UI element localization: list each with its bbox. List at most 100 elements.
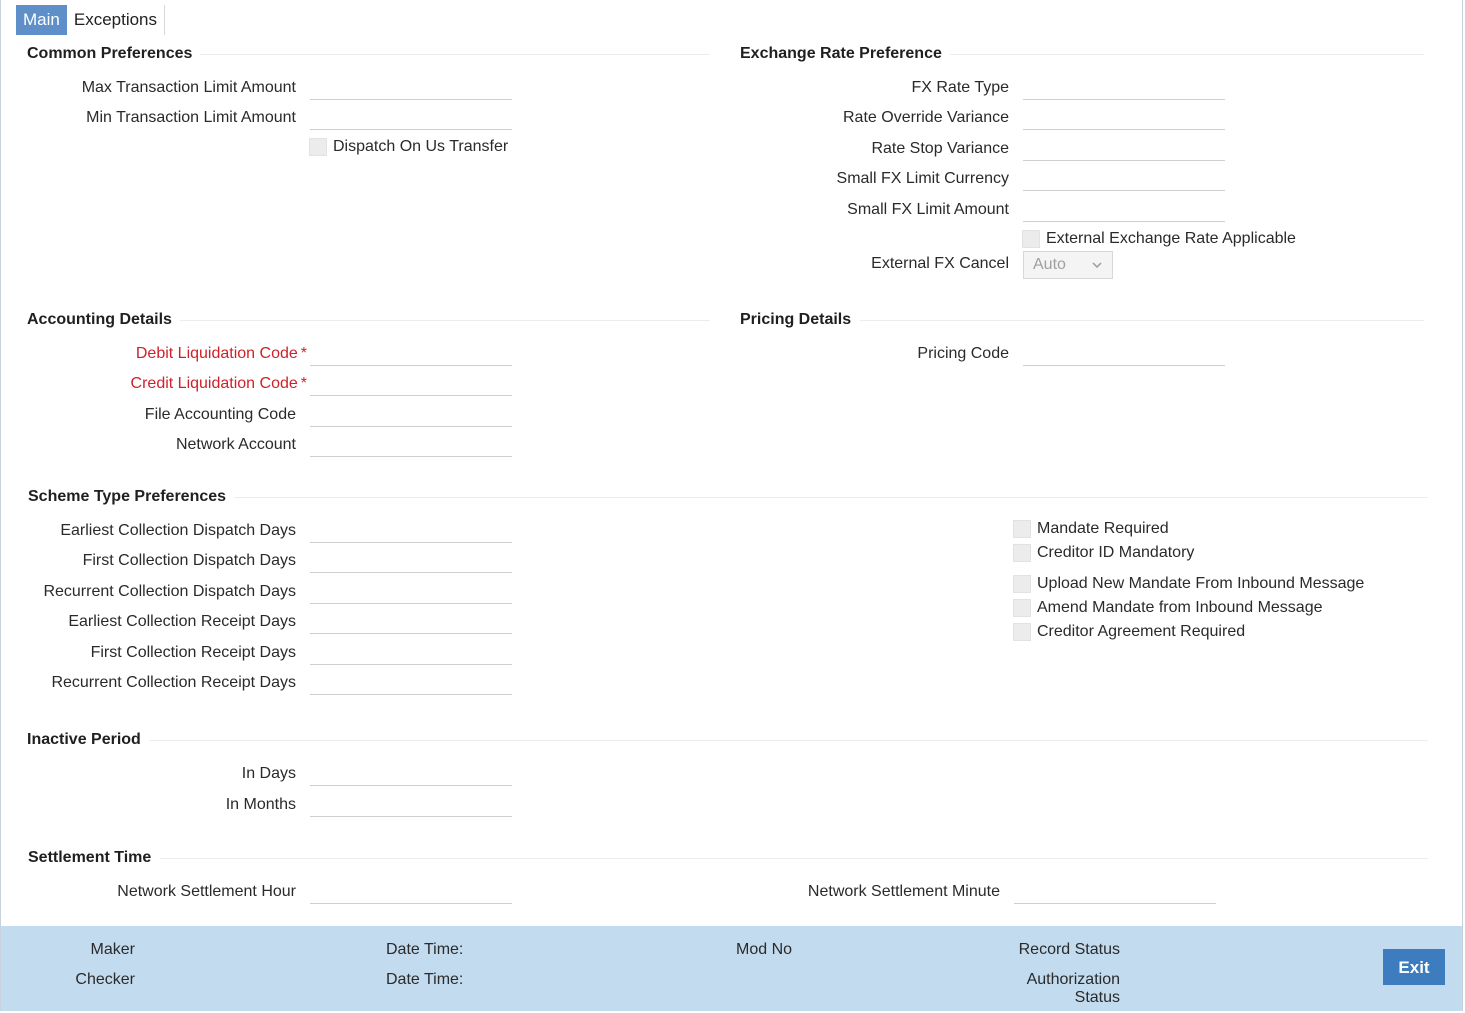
debit-liquidation-input[interactable]	[310, 342, 512, 366]
common-preferences-title: Common Preferences	[27, 45, 193, 62]
in-months-row: In Months	[0, 795, 296, 825]
creditor-id-checkbox[interactable]	[1013, 544, 1031, 562]
amend-mandate-row: Amend Mandate from Inbound Message	[1013, 597, 1323, 619]
fx-rate-type-row: FX Rate Type	[700, 78, 1009, 108]
external-rate-label: External Exchange Rate Applicable	[1046, 230, 1296, 247]
amend-mandate-label: Amend Mandate from Inbound Message	[1037, 599, 1323, 616]
recurrent-dispatch-input[interactable]	[310, 580, 512, 604]
rate-override-label: Rate Override Variance	[843, 109, 1009, 126]
small-fx-amount-row: Small FX Limit Amount	[700, 200, 1009, 230]
pricing-code-row: Pricing Code	[700, 344, 1009, 374]
required-marker: *	[300, 345, 307, 362]
first-dispatch-label: First Collection Dispatch Days	[82, 552, 296, 569]
record-status-label: Record Status	[1018, 941, 1120, 958]
settlement-minute-row: Network Settlement Minute	[700, 882, 1000, 912]
tab-main[interactable]: Main	[16, 5, 67, 35]
required-marker: *	[300, 375, 307, 392]
file-accounting-label: File Accounting Code	[144, 406, 296, 423]
recurrent-dispatch-row: Recurrent Collection Dispatch Days	[0, 582, 296, 612]
fx-rate-type-label: FX Rate Type	[911, 79, 1009, 96]
pricing-details-title: Pricing Details	[740, 311, 852, 328]
upload-mandate-checkbox[interactable]	[1013, 575, 1031, 593]
settlement-hour-input[interactable]	[310, 880, 512, 904]
settlement-minute-label: Network Settlement Minute	[807, 883, 1000, 900]
mandate-required-row: Mandate Required	[1013, 518, 1169, 540]
earliest-dispatch-input[interactable]	[310, 519, 512, 543]
debit-liquidation-row: Debit Liquidation Code *	[0, 344, 307, 374]
recurrent-receipt-row: Recurrent Collection Receipt Days	[0, 673, 296, 703]
pricing-code-label: Pricing Code	[917, 345, 1009, 362]
section-divider	[860, 320, 1424, 321]
external-fx-cancel-value: Auto	[1033, 256, 1066, 273]
network-account-row: Network Account	[0, 435, 296, 465]
max-limit-input[interactable]	[310, 76, 512, 100]
accounting-details-title: Accounting Details	[27, 311, 172, 328]
debit-liquidation-label: Debit Liquidation Code *	[135, 345, 307, 362]
upload-mandate-row: Upload New Mandate From Inbound Message	[1013, 573, 1364, 595]
network-account-label: Network Account	[175, 436, 296, 453]
authorization-label: Authorization	[1026, 971, 1120, 988]
small-fx-currency-input[interactable]	[1023, 167, 1225, 191]
in-days-row: In Days	[0, 764, 296, 794]
tab-exceptions[interactable]: Exceptions	[67, 5, 166, 35]
creditor-agreement-row: Creditor Agreement Required	[1013, 621, 1245, 643]
chevron-down-icon	[1092, 262, 1102, 269]
in-days-input[interactable]	[310, 762, 512, 786]
in-days-label: In Days	[241, 765, 296, 782]
tab-bar: Main Exceptions	[16, 5, 166, 35]
exit-button[interactable]: Exit	[1383, 949, 1445, 985]
in-months-input[interactable]	[310, 793, 512, 817]
maker-date-time-label: Date Time:	[386, 941, 464, 958]
first-receipt-input[interactable]	[310, 641, 512, 665]
recurrent-receipt-input[interactable]	[310, 671, 512, 695]
amend-mandate-checkbox[interactable]	[1013, 599, 1031, 617]
external-fx-cancel-select[interactable]: Auto	[1023, 251, 1113, 279]
small-fx-currency-label: Small FX Limit Currency	[836, 170, 1009, 187]
mandate-required-label: Mandate Required	[1037, 520, 1169, 537]
small-fx-amount-input[interactable]	[1023, 198, 1225, 222]
max-limit-label: Max Transaction Limit Amount	[81, 79, 296, 96]
earliest-receipt-input[interactable]	[310, 610, 512, 634]
max-limit-row: Max Transaction Limit Amount	[0, 78, 296, 108]
creditor-id-label: Creditor ID Mandatory	[1037, 544, 1195, 561]
min-limit-label: Min Transaction Limit Amount	[86, 109, 296, 126]
network-account-input[interactable]	[310, 433, 512, 457]
earliest-receipt-row: Earliest Collection Receipt Days	[0, 612, 296, 642]
creditor-agreement-label: Creditor Agreement Required	[1037, 623, 1246, 640]
file-accounting-input[interactable]	[310, 403, 512, 427]
checker-date-time-label: Date Time:	[386, 971, 464, 988]
credit-liquidation-row: Credit Liquidation Code *	[0, 374, 307, 404]
fx-rate-type-input[interactable]	[1023, 76, 1225, 100]
file-accounting-row: File Accounting Code	[0, 405, 296, 435]
rate-override-input[interactable]	[1023, 106, 1225, 130]
min-limit-row: Min Transaction Limit Amount	[0, 108, 296, 138]
settlement-minute-input[interactable]	[1014, 880, 1216, 904]
section-divider	[160, 858, 1428, 859]
small-fx-currency-row: Small FX Limit Currency	[700, 169, 1009, 199]
first-receipt-row: First Collection Receipt Days	[0, 643, 296, 673]
inactive-period-title: Inactive Period	[27, 731, 141, 748]
checker-label: Checker	[75, 971, 135, 988]
rate-override-row: Rate Override Variance	[700, 108, 1009, 138]
earliest-dispatch-row: Earliest Collection Dispatch Days	[0, 521, 296, 551]
min-limit-input[interactable]	[310, 106, 512, 130]
external-rate-checkbox[interactable]	[1022, 230, 1040, 248]
recurrent-receipt-label: Recurrent Collection Receipt Days	[51, 674, 296, 691]
first-dispatch-input[interactable]	[310, 549, 512, 573]
recurrent-dispatch-label: Recurrent Collection Dispatch Days	[43, 583, 296, 600]
rate-stop-input[interactable]	[1023, 137, 1225, 161]
settlement-hour-label: Network Settlement Hour	[117, 883, 296, 900]
external-rate-row: External Exchange Rate Applicable	[1022, 228, 1296, 250]
pricing-code-input[interactable]	[1023, 342, 1225, 366]
mandate-required-checkbox[interactable]	[1013, 520, 1031, 538]
credit-liquidation-label: Credit Liquidation Code *	[130, 375, 307, 392]
settlement-hour-row: Network Settlement Hour	[0, 882, 296, 912]
dispatch-on-us-checkbox[interactable]	[309, 138, 327, 156]
exchange-rate-title: Exchange Rate Preference	[740, 45, 942, 62]
upload-mandate-label: Upload New Mandate From Inbound Message	[1037, 575, 1365, 592]
section-divider	[200, 54, 710, 55]
section-divider	[180, 320, 710, 321]
credit-liquidation-input[interactable]	[310, 372, 512, 396]
creditor-agreement-checkbox[interactable]	[1013, 623, 1031, 641]
small-fx-amount-label: Small FX Limit Amount	[847, 201, 1009, 218]
